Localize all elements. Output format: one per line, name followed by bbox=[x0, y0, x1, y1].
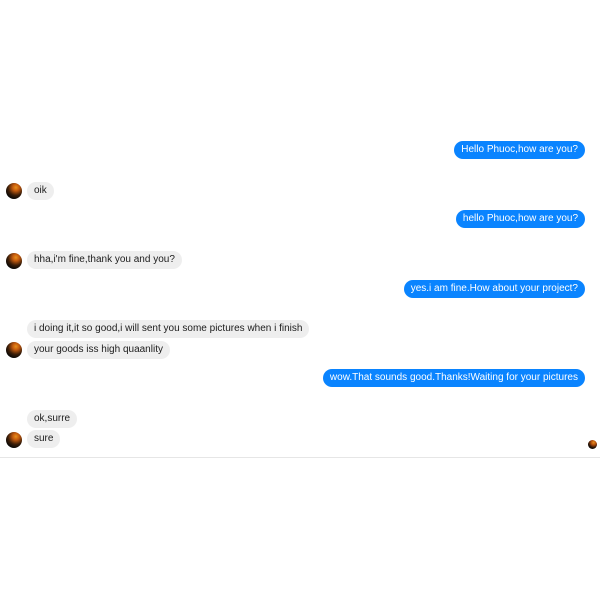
message-thread[interactable]: Hello Phuoc,how are you? oik hello Phuoc… bbox=[0, 0, 600, 458]
incoming-message-bubble[interactable]: your goods iss high quaanlity bbox=[27, 341, 170, 359]
seen-avatar-icon bbox=[588, 440, 597, 449]
message-text: hello Phuoc,how are you? bbox=[462, 213, 578, 224]
message-text: wow.That sounds good.Thanks!Waiting for … bbox=[329, 372, 578, 383]
incoming-message-bubble[interactable]: i doing it,it so good,i will sent you so… bbox=[27, 320, 310, 338]
incoming-message-bubble[interactable]: hha,i'm fine,thank you and you? bbox=[27, 251, 182, 269]
incoming-message-bubble[interactable]: oik bbox=[27, 182, 54, 200]
incoming-message-bubble[interactable]: sure bbox=[27, 430, 61, 448]
contact-avatar-icon[interactable] bbox=[6, 253, 22, 269]
incoming-message-bubble[interactable]: ok,surre bbox=[27, 410, 78, 428]
message-text: your goods iss high quaanlity bbox=[34, 344, 163, 355]
outgoing-message-bubble[interactable]: Hello Phuoc,how are you? bbox=[454, 141, 585, 159]
outgoing-message-bubble[interactable]: yes.i am fine.How about your project? bbox=[403, 280, 585, 298]
message-text: yes.i am fine.How about your project? bbox=[410, 283, 578, 294]
contact-avatar-icon[interactable] bbox=[6, 432, 22, 448]
outgoing-message-bubble[interactable]: wow.That sounds good.Thanks!Waiting for … bbox=[322, 369, 585, 387]
message-text: hha,i'm fine,thank you and you? bbox=[34, 254, 175, 265]
message-text: oik bbox=[34, 185, 47, 196]
contact-avatar-icon[interactable] bbox=[6, 342, 22, 358]
message-text: sure bbox=[34, 433, 54, 444]
message-text: i doing it,it so good,i will sent you so… bbox=[34, 323, 303, 334]
message-text: ok,surre bbox=[34, 413, 71, 424]
message-text: Hello Phuoc,how are you? bbox=[461, 144, 578, 155]
contact-avatar-icon[interactable] bbox=[6, 183, 22, 199]
outgoing-message-bubble[interactable]: hello Phuoc,how are you? bbox=[455, 210, 585, 228]
